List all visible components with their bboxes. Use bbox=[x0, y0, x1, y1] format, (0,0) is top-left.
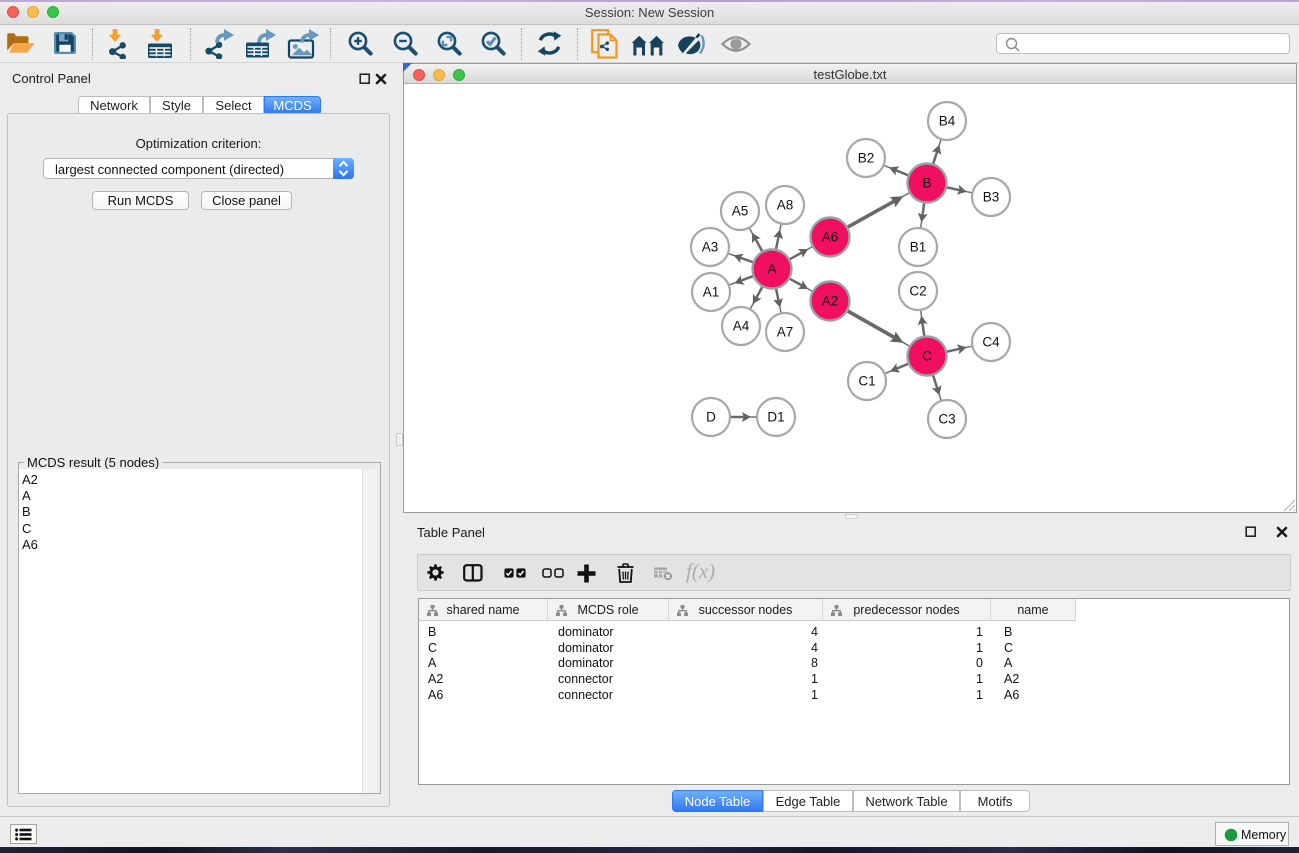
svg-text:B4: B4 bbox=[939, 114, 956, 129]
svg-text:C1: C1 bbox=[858, 374, 875, 389]
svg-text:A5: A5 bbox=[732, 204, 749, 219]
svg-text:C2: C2 bbox=[909, 284, 926, 299]
svg-text:A7: A7 bbox=[777, 325, 794, 340]
svg-text:A6: A6 bbox=[822, 230, 839, 245]
svg-text:A3: A3 bbox=[702, 240, 719, 255]
svg-text:C: C bbox=[922, 349, 932, 364]
svg-text:C4: C4 bbox=[982, 335, 1000, 350]
svg-text:A1: A1 bbox=[703, 285, 720, 300]
svg-text:A8: A8 bbox=[777, 198, 794, 213]
svg-text:D: D bbox=[706, 410, 716, 425]
svg-text:A2: A2 bbox=[822, 294, 839, 309]
svg-text:B1: B1 bbox=[910, 240, 927, 255]
svg-text:B3: B3 bbox=[983, 190, 1000, 205]
svg-text:B2: B2 bbox=[858, 151, 875, 166]
svg-text:D1: D1 bbox=[767, 410, 784, 425]
svg-text:A: A bbox=[767, 262, 776, 277]
svg-text:A4: A4 bbox=[733, 319, 750, 334]
svg-text:C3: C3 bbox=[938, 412, 955, 427]
svg-text:B: B bbox=[922, 176, 931, 191]
